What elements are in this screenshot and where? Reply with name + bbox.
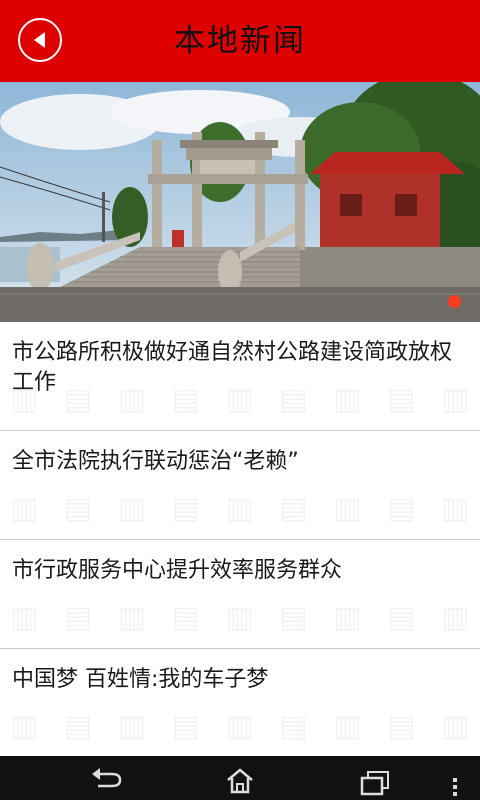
news-title: 全市法院执行联动惩治“老赖” — [12, 449, 299, 474]
carousel-indicator-dot[interactable] — [448, 295, 461, 308]
system-menu-button[interactable] — [440, 756, 470, 800]
news-item[interactable]: ▥ ▤ ▥ ▤ ▥ ▤ ▥ ▤ ▥ ▤ 中国梦 百姓情:我的车子梦 — [0, 649, 480, 757]
news-item[interactable]: ▥ ▤ ▥ ▤ ▥ ▤ ▥ ▤ ▥ ▤ 市公路所积极做好通自然村公路建设简政放权… — [0, 322, 480, 431]
news-title: 市行政服务中心提升效率服务群众 — [12, 558, 343, 583]
system-back-button[interactable] — [80, 756, 136, 800]
system-back-icon — [92, 768, 122, 788]
system-recents-button[interactable] — [346, 756, 402, 800]
news-list: ▥ ▤ ▥ ▤ ▥ ▤ ▥ ▤ ▥ ▤ 市公路所积极做好通自然村公路建设简政放权… — [0, 322, 480, 757]
page-title: 本地新闻 — [174, 23, 306, 59]
banner-image — [0, 82, 480, 322]
app-header: 本地新闻 — [0, 0, 480, 82]
news-title: 市公路所积极做好通自然村公路建设简政放权工作 — [12, 340, 453, 395]
news-title: 中国梦 百姓情:我的车子梦 — [12, 667, 269, 692]
system-navigation-bar — [0, 756, 480, 800]
banner-carousel[interactable] — [0, 82, 480, 322]
system-home-icon — [227, 768, 253, 794]
news-item[interactable]: ▥ ▤ ▥ ▤ ▥ ▤ ▥ ▤ ▥ ▤ 全市法院执行联动惩治“老赖” — [0, 431, 480, 540]
system-menu-icon — [453, 778, 457, 796]
system-recents-icon — [360, 771, 389, 796]
system-home-button[interactable] — [212, 756, 268, 800]
news-item[interactable]: ▥ ▤ ▥ ▤ ▥ ▤ ▥ ▤ ▥ ▤ 市行政服务中心提升效率服务群众 — [0, 540, 480, 649]
